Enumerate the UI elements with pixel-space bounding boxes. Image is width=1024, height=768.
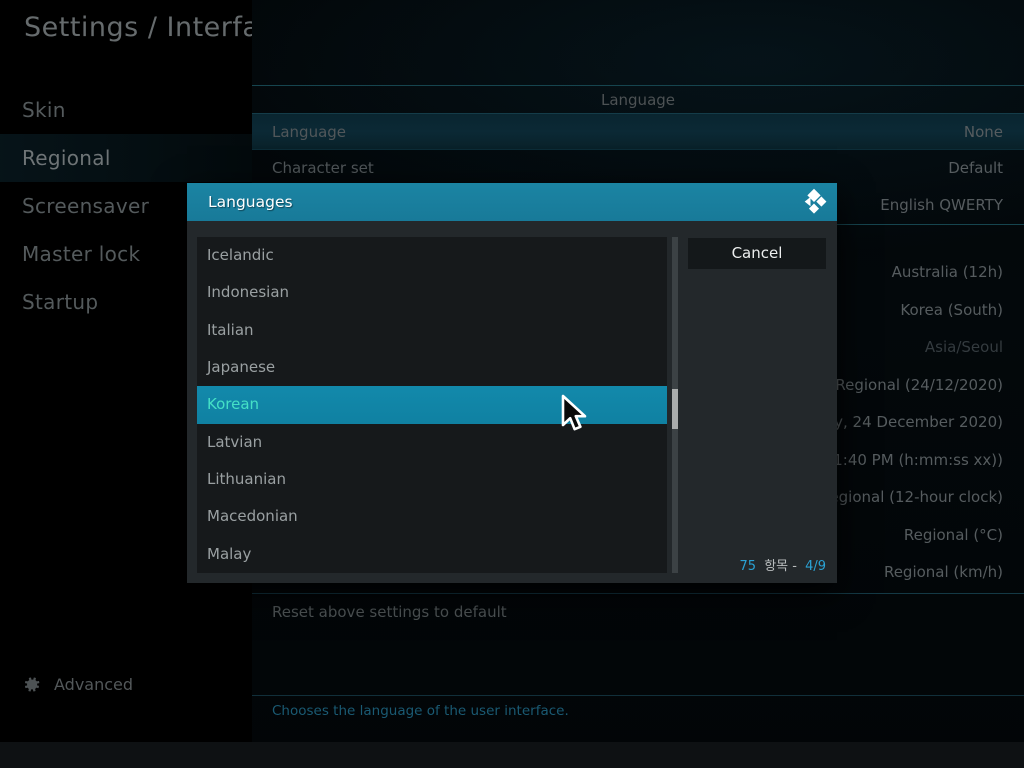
language-option[interactable]: Japanese	[197, 349, 667, 386]
language-option[interactable]: Malay	[197, 536, 667, 573]
setting-value: Asia/Seoul	[925, 329, 1003, 366]
language-option[interactable]: Icelandic	[197, 237, 667, 274]
language-option[interactable]: Macedonian	[197, 498, 667, 535]
languages-dialog: Languages Icelandic Indonesian Italian J…	[187, 183, 837, 583]
setting-value: 1:40 PM (h:mm:ss xx))	[833, 442, 1003, 479]
setting-description: Chooses the language of the user interfa…	[252, 695, 1024, 719]
language-list: Icelandic Indonesian Italian Japanese Ko…	[197, 237, 667, 573]
dialog-title: Languages	[208, 183, 293, 221]
setting-row-language[interactable]: Language None	[252, 113, 1024, 150]
bottom-bar	[0, 742, 1024, 768]
advanced-label: Advanced	[54, 675, 133, 694]
kodi-settings-screen: Settings / Interface 2:42 PM Skin Region…	[0, 0, 1024, 768]
dialog-header: Languages	[187, 183, 837, 221]
item-count-total: 75	[740, 559, 757, 574]
language-option[interactable]: Lithuanian	[197, 461, 667, 498]
setting-value: None	[964, 114, 1003, 151]
setting-value: Regional (km/h)	[884, 554, 1003, 591]
cancel-button[interactable]: Cancel	[688, 238, 826, 269]
language-option[interactable]: Italian	[197, 312, 667, 349]
setting-value: Australia (12h)	[892, 254, 1003, 291]
setting-value: Korea (South)	[900, 292, 1003, 329]
setting-value: Regional (24/12/2020)	[835, 367, 1003, 404]
kodi-logo-icon	[800, 188, 828, 216]
settings-level-toggle[interactable]: Advanced	[22, 675, 133, 694]
language-option-selected[interactable]: Korean	[197, 386, 667, 423]
setting-label: Character set	[272, 150, 374, 187]
setting-value: egional (12-hour clock)	[829, 479, 1003, 516]
setting-value: Default	[948, 150, 1003, 187]
scrollbar-thumb[interactable]	[672, 389, 678, 429]
section-header-language: Language	[252, 85, 1024, 113]
sidebar-item-regional[interactable]: Regional	[0, 134, 252, 182]
item-count-page: 4/9	[805, 559, 826, 574]
gear-icon	[22, 675, 41, 694]
setting-label: Language	[272, 114, 346, 151]
item-count-text: 항목 -	[764, 559, 797, 574]
item-count-label: 75 항목 - 4/9	[740, 555, 827, 574]
language-option[interactable]: Indonesian	[197, 274, 667, 311]
mouse-cursor	[560, 394, 590, 438]
dialog-scrollbar[interactable]	[672, 237, 678, 573]
setting-row-character-set[interactable]: Character set Default	[252, 150, 1024, 187]
reset-settings-button[interactable]: Reset above settings to default	[252, 593, 1024, 630]
setting-value: Regional (°C)	[904, 517, 1003, 554]
setting-value: English QWERTY	[880, 187, 1003, 224]
sidebar-item-skin[interactable]: Skin	[0, 86, 252, 134]
setting-value: y, 24 December 2020)	[834, 404, 1003, 441]
language-option[interactable]: Latvian	[197, 424, 667, 461]
